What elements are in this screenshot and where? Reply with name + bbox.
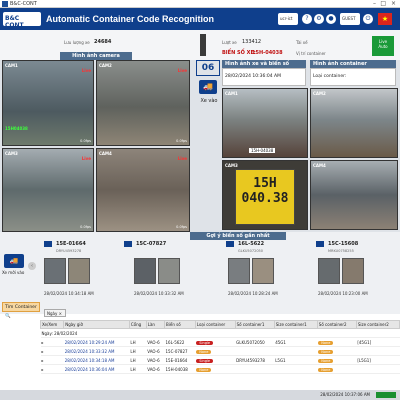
find-container-button[interactable]: Tìm Container 🔍: [2, 302, 40, 319]
language-flag-icon[interactable]: ★: [378, 13, 392, 25]
arrow-left-icon[interactable]: ‹: [28, 262, 36, 270]
trips-value: 133412: [242, 39, 262, 45]
recent-plates-title: Gợi ý biển số gần nhất: [190, 232, 286, 240]
container-type-badge: None: [196, 367, 212, 372]
power-icon[interactable]: ⏻: [363, 14, 373, 24]
thumb-container: [68, 258, 90, 284]
driver-label: Tài xế: [296, 40, 308, 45]
minimize-icon[interactable]: –: [373, 0, 376, 7]
date-filter-chip[interactable]: Ngày ×: [44, 309, 66, 317]
lane-number: 06: [196, 60, 220, 76]
bell-icon[interactable]: ●: [326, 14, 336, 24]
maximize-icon[interactable]: □: [380, 0, 386, 7]
plate-crop-small: 15H-04038: [249, 148, 276, 153]
camera-feed-1[interactable]: CAM1 Live 15H04038 0.0fps: [2, 60, 94, 146]
truck-icon: 🚚: [199, 80, 217, 94]
table-group-row[interactable]: Ngày: 28/02/2024: [40, 328, 400, 338]
connection-status-indicator: [376, 392, 396, 398]
user-button[interactable]: ucr-ict: [278, 13, 298, 25]
app-header: B&C CONT Automatic Container Code Recogn…: [0, 8, 400, 30]
trips-label: Lượt xe: [222, 40, 237, 45]
license-plate-zoom: 15H 040.38: [235, 169, 295, 225]
table-row[interactable]: ▸ 28/02/2024 10:34:18 AM LH VAO-6 15E-01664…: [40, 355, 400, 365]
right-camera-2[interactable]: CAM2: [310, 88, 398, 158]
thumb-vehicle: [44, 258, 66, 284]
container-type-badge: Single: [196, 340, 214, 345]
capture-datetime: 28/02/2024 10:36:04 AM: [225, 74, 281, 79]
app-icon: [2, 1, 8, 7]
table-header-row: Xe/Xem Ngày giờ Cổng Làn Biển số Loại contai…: [39, 320, 400, 329]
container-type-badge: Single: [196, 358, 214, 363]
container-type-badge: None: [196, 349, 212, 354]
right-camera-1[interactable]: CAM1 15H-04038: [222, 88, 308, 158]
logo: B&C CONT: [3, 12, 41, 29]
window-title-bar: B&C-CONT – □ ×: [0, 0, 400, 8]
container-type-box: Loại container:: [310, 68, 396, 86]
table-row[interactable]: ▸ 28/02/2024 10:29:24 AM LH VAO-6 16L-5622 …: [40, 337, 400, 347]
gear-icon[interactable]: ⚙: [314, 14, 324, 24]
lane-indicator: 06 🚚 Xe vào: [192, 60, 226, 120]
thumb-container: [342, 258, 364, 284]
window-title: B&C-CONT: [10, 1, 37, 7]
traffic-label: Lưu lượng xe: [64, 40, 90, 45]
barrier-icon: [200, 34, 206, 56]
status-datetime: 28/02/2024 10:37:06 AM: [320, 392, 370, 397]
lane-direction-label: Xe vào: [200, 98, 218, 104]
truck-icon: 🚚: [4, 254, 24, 268]
thumb-vehicle: [134, 258, 156, 284]
history-table: Xe/Xem Ngày giờ Cổng Làn Biển số Loại contai…: [39, 320, 400, 374]
camera-feed-3[interactable]: CAM3 Live 0.0fps: [2, 148, 94, 232]
truck-icon: [124, 241, 132, 247]
table-row[interactable]: ▸ 28/02/2024 10:33:32 AM LH VAO-6 15C-07827…: [40, 346, 400, 356]
help-icon[interactable]: ?: [302, 14, 312, 24]
plate-image-header: Hình ảnh xe và biển số: [222, 60, 306, 68]
search-icon: 🔍: [5, 314, 11, 319]
container-type-label: Loại container:: [313, 74, 347, 79]
app-title: Automatic Container Code Recognition: [46, 14, 215, 24]
thumb-container: [252, 258, 274, 284]
container-image-header: Hình ảnh container: [310, 60, 396, 68]
table-row[interactable]: ▸ 28/02/2024 10:36:04 AM LH VAO-6 15H-04038…: [40, 364, 400, 374]
status-bar: 28/02/2024 10:37:06 AM: [0, 390, 400, 400]
right-camera-4[interactable]: CAM4: [310, 160, 398, 230]
new-vehicle-label: Xe mới vào: [2, 270, 25, 275]
camera-feed-2[interactable]: CAM2 Live 0.0fps: [96, 60, 190, 146]
plate-value: 15H-04038: [252, 50, 283, 56]
plate-label: BIỂN SỐ XE:: [222, 50, 256, 56]
truck-icon: [226, 241, 234, 247]
datetime-box: 28/02/2024 10:36:04 AM: [222, 68, 306, 86]
lane-status-badge: Live Auto: [372, 36, 394, 56]
guest-button[interactable]: GUEST: [340, 13, 360, 25]
traffic-value: 24684: [94, 39, 112, 45]
truck-icon: [44, 241, 52, 247]
thumb-vehicle: [318, 258, 340, 284]
container-position-label: Vị trí container: [296, 51, 326, 56]
thumb-container: [158, 258, 180, 284]
thumb-vehicle: [228, 258, 250, 284]
camera-feed-4[interactable]: CAM4 Live 0.0fps: [96, 148, 190, 232]
right-camera-3[interactable]: CAM3 15H 040.38: [222, 160, 308, 230]
close-icon[interactable]: ×: [391, 0, 396, 7]
truck-icon: [316, 241, 324, 247]
camera-section-title: Hình ảnh camera: [60, 52, 132, 60]
